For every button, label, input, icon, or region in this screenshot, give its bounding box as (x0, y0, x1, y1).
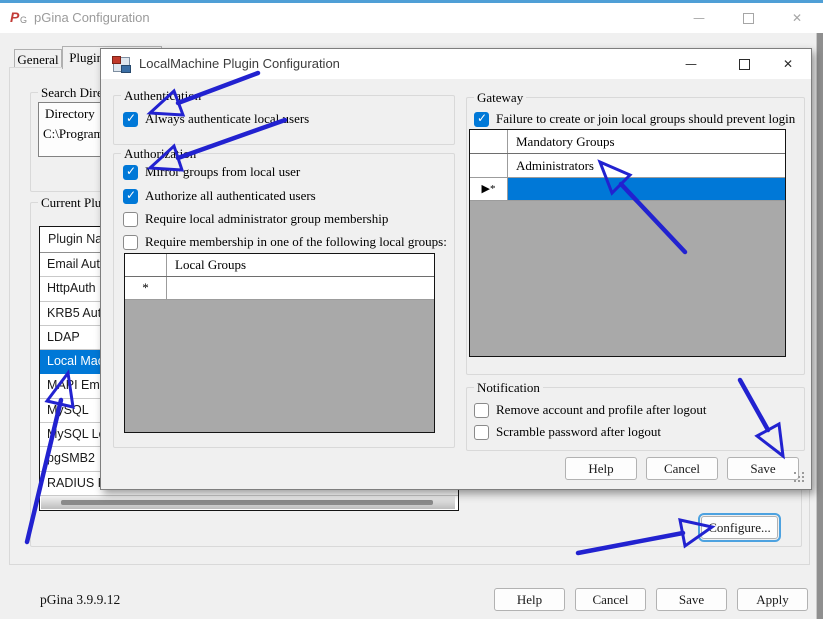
localmachine-plugin-dialog: LocalMachine Plugin Configuration — ✕ Au… (100, 48, 812, 490)
always-authenticate-checkbox[interactable] (123, 112, 138, 127)
help-button[interactable]: Help (494, 588, 565, 611)
grid-corner-cell (125, 254, 167, 276)
new-row-marker: * (125, 277, 167, 299)
minimize-icon[interactable]: — (676, 3, 722, 33)
gateway-label: Gateway (474, 90, 526, 105)
grid-header-row: Local Groups (125, 254, 434, 277)
checkbox-row: Authorize all authenticated users (123, 188, 316, 204)
grid-header-row: Mandatory Groups (470, 130, 785, 154)
main-titlebar[interactable]: PG pGina Configuration — ✕ (0, 3, 823, 33)
checkbox-row: Require local administrator group member… (123, 211, 388, 227)
dialog-maximize-icon[interactable] (721, 49, 767, 79)
checkbox-row: Scramble password after logout (474, 424, 661, 440)
version-label: pGina 3.9.9.12 (40, 592, 120, 608)
require-admin-label: Require local administrator group member… (145, 211, 388, 227)
grid-new-row-selected[interactable]: ▶* (470, 178, 785, 201)
save-button[interactable]: Save (656, 588, 727, 611)
empty-cell[interactable] (167, 277, 434, 299)
cancel-button[interactable]: Cancel (575, 588, 646, 611)
prevent-login-label: Failure to create or join local groups s… (496, 111, 795, 127)
scrollbar-thumb[interactable] (61, 500, 433, 505)
plugins-horizontal-scrollbar[interactable] (41, 496, 455, 509)
desktop-edge (816, 33, 823, 619)
dialog-close-icon[interactable]: ✕ (765, 49, 811, 79)
administrators-cell[interactable]: Administrators (508, 154, 785, 177)
grid-corner-cell (470, 130, 508, 153)
require-admin-checkbox[interactable] (123, 212, 138, 227)
checkbox-row: Always authenticate local users (123, 111, 309, 127)
authorize-all-checkbox[interactable] (123, 189, 138, 204)
mirror-groups-label: Mirror groups from local user (145, 164, 300, 180)
authorize-all-label: Authorize all authenticated users (145, 188, 316, 204)
prevent-login-checkbox[interactable] (474, 112, 489, 127)
pgina-logo-icon: PG (10, 9, 30, 27)
require-membership-label: Require membership in one of the followi… (145, 234, 447, 250)
grid-new-row[interactable]: * (125, 277, 434, 300)
scramble-password-checkbox[interactable] (474, 425, 489, 440)
notification-group: Notification (466, 387, 805, 451)
always-authenticate-label: Always authenticate local users (145, 111, 309, 127)
grid-row-administrators[interactable]: Administrators (470, 154, 785, 178)
checkbox-row: Mirror groups from local user (123, 164, 300, 180)
dialog-cancel-button[interactable]: Cancel (646, 457, 718, 480)
authorization-label: Authorization (121, 146, 199, 161)
mandatory-groups-column-header: Mandatory Groups (508, 130, 785, 153)
maximize-icon[interactable] (725, 3, 771, 33)
row-header-cell (470, 154, 508, 177)
dialog-titlebar[interactable]: LocalMachine Plugin Configuration — ✕ (101, 49, 811, 79)
dialog-save-button[interactable]: Save (727, 457, 799, 480)
new-row-marker: ▶* (470, 178, 508, 200)
mirror-groups-checkbox[interactable] (123, 165, 138, 180)
close-icon[interactable]: ✕ (774, 3, 820, 33)
dialog-form-icon (113, 57, 130, 72)
checkbox-row: Remove account and profile after logout (474, 402, 706, 418)
dialog-minimize-icon[interactable]: — (668, 49, 714, 79)
local-groups-column-header: Local Groups (167, 254, 434, 276)
mandatory-groups-grid[interactable]: Mandatory Groups Administrators ▶* (469, 129, 786, 357)
notification-label: Notification (474, 380, 543, 395)
main-window-title: pGina Configuration (34, 3, 150, 33)
pgina-configuration-window: PG pGina Configuration — ✕ General Plugi… (0, 0, 823, 619)
configure-button[interactable]: Configure... (701, 516, 778, 539)
checkbox-row: Failure to create or join local groups s… (474, 111, 795, 127)
resize-grip[interactable] (794, 472, 805, 483)
authentication-label: Authentication (121, 88, 204, 103)
local-groups-grid[interactable]: Local Groups * (124, 253, 435, 433)
checkbox-row: Require membership in one of the followi… (123, 234, 447, 250)
dialog-title: LocalMachine Plugin Configuration (139, 49, 340, 79)
selected-empty-cell[interactable] (508, 178, 785, 200)
dialog-help-button[interactable]: Help (565, 457, 637, 480)
require-membership-checkbox[interactable] (123, 235, 138, 250)
remove-account-checkbox[interactable] (474, 403, 489, 418)
apply-button[interactable]: Apply (737, 588, 808, 611)
scramble-password-label: Scramble password after logout (496, 424, 661, 440)
remove-account-label: Remove account and profile after logout (496, 402, 706, 418)
